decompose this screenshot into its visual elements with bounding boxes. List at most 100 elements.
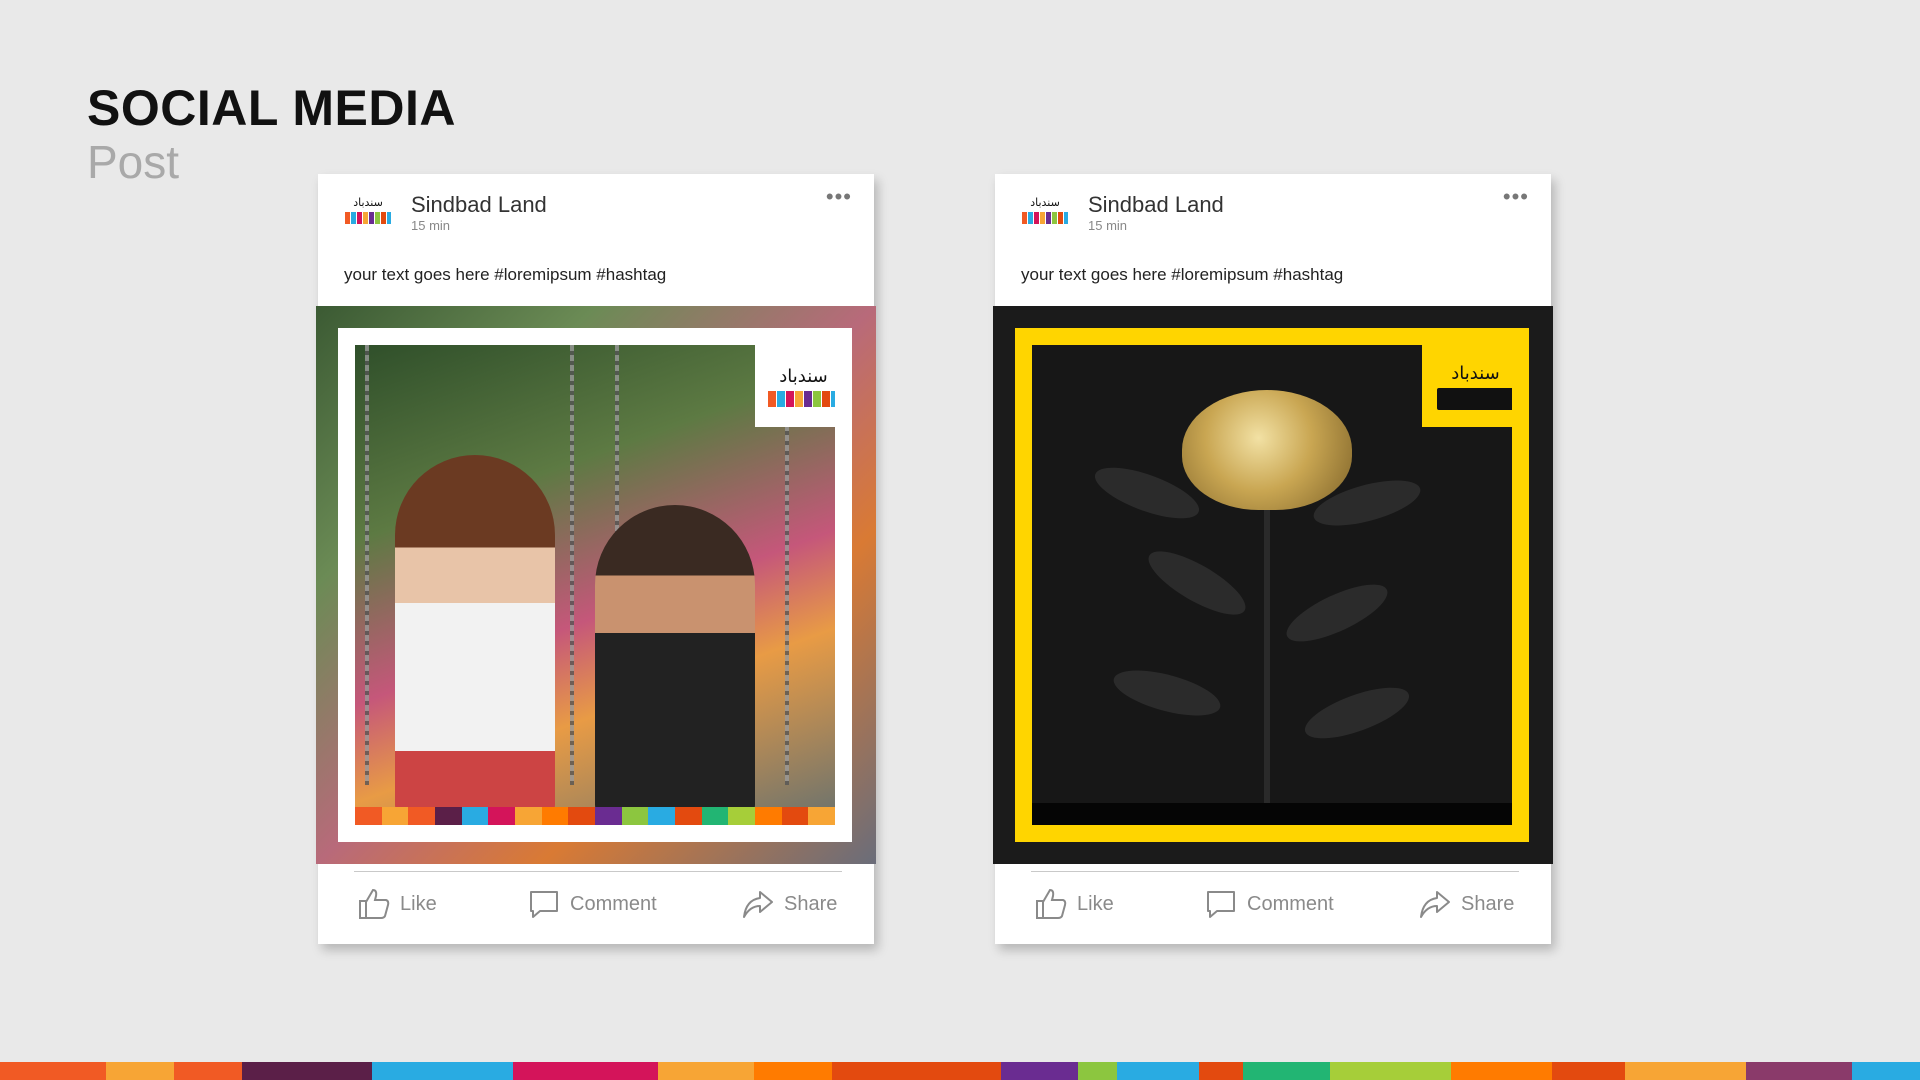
social-post-2: سندباد Sindbad Land 15 min ••• your text… bbox=[993, 174, 1553, 944]
post-header: سندباد Sindbad Land 15 min ••• bbox=[318, 174, 874, 244]
svg-text:سندباد: سندباد bbox=[1030, 196, 1060, 209]
logo-black-block bbox=[1436, 387, 1512, 410]
post-actions: Like Comment Share bbox=[318, 864, 874, 944]
rose-stem bbox=[1264, 505, 1270, 805]
strip-segment bbox=[831, 1062, 1002, 1080]
sindbad-logo-icon: سندباد bbox=[1022, 196, 1068, 224]
page-title: SOCIAL MEDIA bbox=[87, 80, 456, 136]
post-time: 15 min bbox=[411, 218, 451, 233]
strip-segment bbox=[1001, 1062, 1079, 1080]
actions-divider bbox=[1031, 871, 1519, 872]
more-options-icon[interactable]: ••• bbox=[1503, 186, 1529, 208]
stripe-segment bbox=[355, 807, 382, 825]
image-frame: سندباد bbox=[338, 328, 852, 842]
strip-segment bbox=[1078, 1062, 1118, 1080]
rose-leaf bbox=[1279, 573, 1395, 653]
image-bottom-bar bbox=[1032, 803, 1512, 825]
rose-leaf bbox=[1299, 677, 1415, 749]
like-button[interactable]: Like bbox=[1033, 886, 1114, 922]
stripe-segment bbox=[541, 807, 569, 825]
stripe-segment bbox=[488, 807, 516, 825]
comment-label: Comment bbox=[570, 892, 657, 915]
svg-text:سندباد: سندباد bbox=[353, 196, 383, 209]
comment-label: Comment bbox=[1247, 892, 1334, 915]
strip-segment bbox=[1242, 1062, 1330, 1080]
like-label: Like bbox=[400, 892, 437, 915]
post-caption: your text goes here #loremipsum #hashtag bbox=[344, 265, 667, 284]
logo-arabic-text: سندباد bbox=[1451, 362, 1500, 384]
stripe-segment bbox=[381, 807, 409, 825]
stripe-segment bbox=[595, 807, 622, 825]
brand-avatar[interactable]: سندباد bbox=[343, 194, 393, 230]
stripe-segment bbox=[435, 807, 462, 825]
strip-segment bbox=[106, 1062, 175, 1080]
post-time: 15 min bbox=[1088, 218, 1128, 233]
share-label: Share bbox=[784, 892, 838, 915]
strip-segment bbox=[512, 1062, 658, 1080]
stripe-segment bbox=[701, 807, 729, 825]
share-label: Share bbox=[1461, 892, 1515, 915]
swing-chain bbox=[365, 345, 369, 785]
strip-segment bbox=[372, 1062, 513, 1080]
strip-segment bbox=[174, 1062, 242, 1080]
stripe-segment bbox=[515, 807, 542, 825]
stripe-segment bbox=[461, 807, 489, 825]
share-arrow-icon bbox=[743, 891, 773, 918]
woman-figure bbox=[395, 455, 555, 825]
page-heading: SOCIAL MEDIA Post bbox=[87, 82, 456, 187]
strip-segment bbox=[1199, 1062, 1243, 1080]
post-image[interactable]: سندباد bbox=[993, 306, 1553, 864]
strip-segment bbox=[1329, 1062, 1451, 1080]
brand-color-strip bbox=[0, 1062, 1920, 1080]
stripe-segment bbox=[755, 807, 782, 825]
strip-segment bbox=[1745, 1062, 1853, 1080]
like-label: Like bbox=[1077, 892, 1114, 915]
more-options-icon[interactable]: ••• bbox=[826, 186, 852, 208]
brand-avatar[interactable]: سندباد bbox=[1020, 194, 1070, 230]
strip-segment bbox=[657, 1062, 755, 1080]
comment-button[interactable]: Comment bbox=[526, 886, 657, 922]
logo-arabic-text: سندباد bbox=[779, 365, 828, 387]
stripe-segment bbox=[621, 807, 649, 825]
sindbad-logo-icon: سندباد bbox=[345, 196, 391, 224]
thumbs-up-icon bbox=[1036, 888, 1067, 919]
post-author[interactable]: Sindbad Land bbox=[411, 192, 547, 218]
rose-leaf bbox=[1140, 539, 1254, 627]
strip-segment bbox=[1450, 1062, 1553, 1080]
stripe-segment bbox=[808, 807, 835, 825]
stripe-segment bbox=[781, 807, 809, 825]
comment-bubble-icon bbox=[1207, 891, 1235, 918]
strip-segment bbox=[241, 1062, 373, 1080]
man-figure bbox=[595, 505, 755, 825]
thumbs-up-icon bbox=[359, 888, 390, 919]
rose-leaf bbox=[1109, 661, 1225, 725]
swing-photo: سندباد bbox=[355, 345, 835, 825]
color-stripe bbox=[355, 807, 835, 825]
comment-bubble-icon bbox=[530, 891, 558, 918]
stripe-segment bbox=[408, 807, 436, 825]
rose-logo: سندباد bbox=[1422, 345, 1512, 427]
comment-button[interactable]: Comment bbox=[1203, 886, 1334, 922]
swing-chain bbox=[570, 345, 574, 785]
stripe-segment bbox=[728, 807, 756, 825]
post-caption: your text goes here #loremipsum #hashtag bbox=[1021, 265, 1344, 284]
share-button[interactable]: Share bbox=[740, 886, 837, 922]
gold-rose bbox=[1182, 390, 1352, 510]
strip-segment bbox=[1552, 1062, 1625, 1080]
photo-logo: سندباد bbox=[755, 345, 835, 427]
post-header: سندباد Sindbad Land 15 min ••• bbox=[995, 174, 1551, 244]
image-frame: سندباد bbox=[1015, 328, 1529, 842]
social-post-1: سندباد Sindbad Land 15 min ••• your text… bbox=[316, 174, 876, 944]
post-image[interactable]: سندباد bbox=[316, 306, 876, 864]
like-button[interactable]: Like bbox=[356, 886, 437, 922]
stripe-segment bbox=[568, 807, 596, 825]
strip-segment bbox=[1624, 1062, 1746, 1080]
logo-color-bars bbox=[768, 390, 835, 407]
post-author[interactable]: Sindbad Land bbox=[1088, 192, 1224, 218]
strip-segment bbox=[0, 1062, 107, 1080]
post-actions: Like Comment Share bbox=[995, 864, 1551, 944]
stripe-segment bbox=[648, 807, 676, 825]
share-button[interactable]: Share bbox=[1417, 886, 1514, 922]
stripe-segment bbox=[675, 807, 702, 825]
share-arrow-icon bbox=[1420, 891, 1450, 918]
